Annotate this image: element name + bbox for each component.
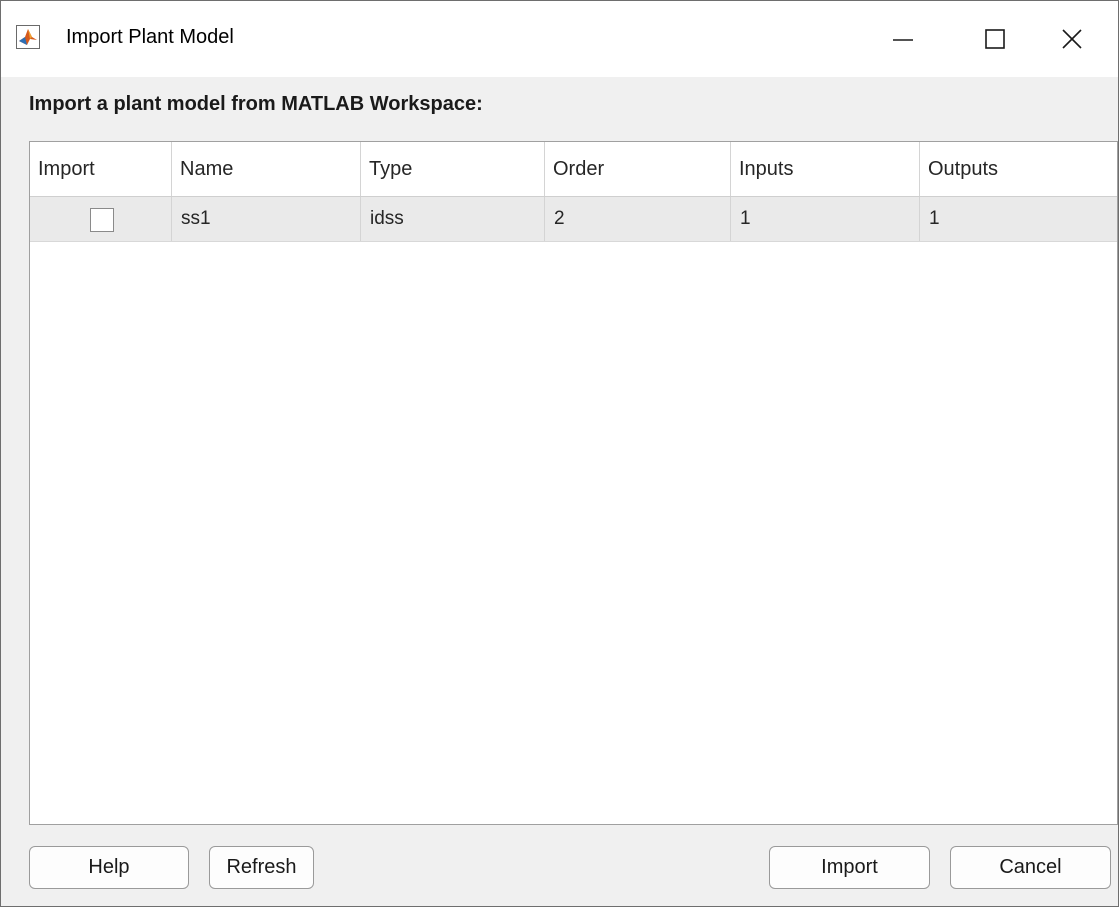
- import-cell: [30, 197, 172, 241]
- matlab-icon: [16, 25, 40, 49]
- column-header-type[interactable]: Type: [361, 142, 545, 196]
- column-header-outputs[interactable]: Outputs: [920, 142, 1117, 196]
- title-bar: Import Plant Model: [1, 1, 1118, 77]
- column-header-inputs[interactable]: Inputs: [731, 142, 920, 196]
- table-header: Import Name Type Order Inputs Outputs: [30, 142, 1117, 197]
- import-button[interactable]: Import: [769, 846, 930, 889]
- order-cell: 2: [545, 197, 731, 241]
- cancel-button[interactable]: Cancel: [950, 846, 1111, 889]
- import-prompt-label: Import a plant model from MATLAB Workspa…: [29, 93, 483, 115]
- minimize-button[interactable]: [857, 1, 949, 77]
- close-button[interactable]: [1026, 1, 1118, 77]
- table-row[interactable]: ss1 idss 2 1 1: [30, 197, 1117, 242]
- refresh-button[interactable]: Refresh: [209, 846, 314, 889]
- inputs-cell: 1: [731, 197, 920, 241]
- name-cell: ss1: [172, 197, 361, 241]
- import-plant-model-dialog: Import Plant Model Import a plant model …: [0, 0, 1119, 907]
- column-header-name[interactable]: Name: [172, 142, 361, 196]
- import-checkbox[interactable]: [90, 208, 114, 232]
- minimize-icon: [893, 39, 913, 41]
- help-button[interactable]: Help: [29, 846, 189, 889]
- outputs-cell: 1: [929, 208, 940, 229]
- close-icon: [1062, 29, 1082, 49]
- maximize-icon: [985, 29, 1005, 49]
- column-header-import[interactable]: Import: [30, 142, 172, 196]
- column-header-order[interactable]: Order: [545, 142, 731, 196]
- model-table: Import Name Type Order Inputs Outputs ss…: [29, 141, 1118, 825]
- window-title: Import Plant Model: [66, 26, 234, 48]
- type-cell: idss: [361, 197, 545, 241]
